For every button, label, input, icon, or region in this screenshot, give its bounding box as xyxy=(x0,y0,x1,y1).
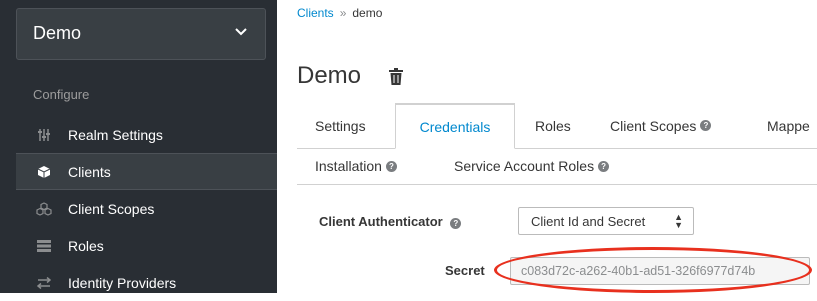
tab-installation[interactable]: Installation ? xyxy=(315,148,397,184)
secret-field[interactable]: c083d72c-a262-40b1-ad51-326f6977d74b xyxy=(510,257,810,285)
tab-label: Installation xyxy=(315,158,382,174)
cube-icon xyxy=(36,164,52,180)
help-icon[interactable]: ? xyxy=(598,160,610,172)
sidebar-item-clients[interactable]: Clients xyxy=(16,153,277,190)
tab-roles[interactable]: Roles xyxy=(535,103,571,148)
list-icon xyxy=(36,238,52,254)
sidebar-item-label: Realm Settings xyxy=(68,126,163,143)
tab-label: Roles xyxy=(535,117,571,134)
sliders-icon xyxy=(36,127,52,143)
page-title: Demo xyxy=(297,62,362,89)
realm-selector[interactable]: Demo xyxy=(16,8,266,60)
client-authenticator-label: Client Authenticator ? xyxy=(319,214,462,229)
help-icon[interactable]: ? xyxy=(450,218,462,229)
tabs-row-secondary: Installation ? Service Account Roles ? xyxy=(297,148,817,185)
help-icon[interactable]: ? xyxy=(700,120,712,131)
sidebar-item-identity-providers[interactable]: Identity Providers xyxy=(16,264,277,301)
tab-client-scopes[interactable]: Client Scopes ? xyxy=(610,103,712,148)
tab-label: Settings xyxy=(315,117,366,134)
breadcrumb-separator: » xyxy=(339,6,347,20)
exchange-icon xyxy=(36,275,52,291)
tab-credentials[interactable]: Credentials xyxy=(395,103,515,149)
sidebar-item-realm-settings[interactable]: Realm Settings xyxy=(16,116,277,153)
cubes-icon xyxy=(36,201,52,217)
sidebar-item-label: Client Scopes xyxy=(68,200,155,217)
help-icon[interactable]: ? xyxy=(385,160,397,172)
select-arrows-icon: ▲ ▼ xyxy=(674,212,683,230)
breadcrumb: Clients » demo xyxy=(297,6,382,20)
chevron-down-icon xyxy=(235,25,247,39)
sidebar-item-client-scopes[interactable]: Client Scopes xyxy=(16,190,277,227)
secret-label: Secret xyxy=(445,263,485,278)
tab-settings[interactable]: Settings xyxy=(315,103,366,148)
tabs-row-primary: Settings Credentials Roles Client Scopes… xyxy=(297,103,817,149)
client-authenticator-value: Client Id and Secret xyxy=(531,213,646,229)
realm-name: Demo xyxy=(33,23,82,43)
secret-value: c083d72c-a262-40b1-ad51-326f6977d74b xyxy=(521,264,756,278)
sidebar-item-label: Identity Providers xyxy=(68,274,177,291)
sidebar-item-label: Clients xyxy=(68,163,111,180)
tab-service-account-roles[interactable]: Service Account Roles ? xyxy=(454,148,610,184)
sidebar-item-roles[interactable]: Roles xyxy=(16,227,277,264)
breadcrumb-current: demo xyxy=(352,6,383,20)
sidebar: Demo Configure Realm Settings Clients Cl… xyxy=(0,0,277,293)
tab-label: Client Scopes xyxy=(610,117,697,134)
client-authenticator-label-text: Client Authenticator xyxy=(319,214,443,229)
tab-label: Mappe xyxy=(767,117,810,134)
sidebar-item-label: Roles xyxy=(68,237,104,254)
breadcrumb-link-clients[interactable]: Clients xyxy=(297,6,334,20)
tab-mappers[interactable]: Mappe xyxy=(767,103,810,148)
client-authenticator-select[interactable]: Client Id and Secret ▲ ▼ xyxy=(518,207,694,235)
tab-label: Credentials xyxy=(419,118,491,135)
trash-icon[interactable] xyxy=(389,68,403,90)
section-label-configure: Configure xyxy=(33,87,90,102)
tab-label: Service Account Roles xyxy=(454,158,595,174)
